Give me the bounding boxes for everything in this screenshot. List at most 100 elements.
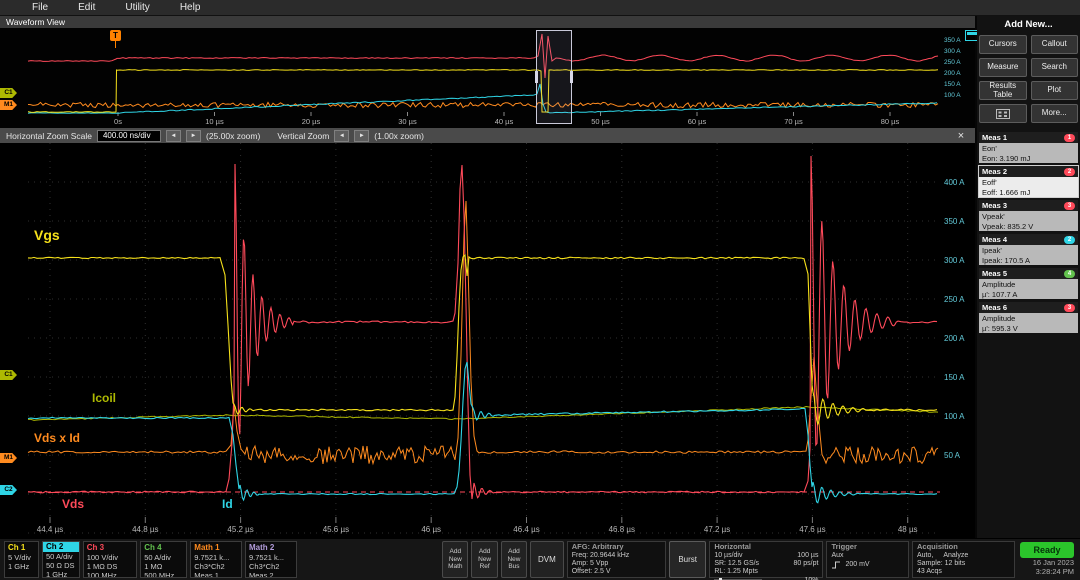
meas-type: Amplitude — [982, 280, 1075, 290]
overview-scale-label: 350 A — [944, 37, 961, 44]
amp-scale-label: 300 A — [944, 256, 965, 265]
vertical-zoom-decrease-button[interactable]: ◄ — [334, 130, 349, 142]
more-button[interactable]: More... — [1031, 104, 1079, 123]
math2-badge[interactable]: Math 2 9.7521 k... Ch3*Ch2 Meas 2 — [245, 541, 297, 578]
overview-time-label: 60 µs — [688, 117, 707, 126]
meas-value: µ': 595.3 V — [982, 324, 1075, 334]
menu-utility[interactable]: Utility — [125, 2, 149, 13]
dvm-button[interactable]: DVM — [530, 541, 564, 578]
meas-badge-4[interactable]: Meas 42 Ipeak'Ipeak: 170.5 A — [979, 234, 1078, 265]
add-new-bus-button[interactable]: Add New Bus — [501, 541, 527, 578]
meas-badge-2[interactable]: Meas 22 Eoff'Eoff: 1.666 mJ — [979, 166, 1078, 197]
channel-badge-ch1[interactable]: Ch 1 5 V/div 1 GHz — [4, 541, 39, 578]
acquisition-panel[interactable]: Acquisition Auto, Analyze Sample: 12 bit… — [912, 541, 1015, 578]
zoomed-waveform-plot[interactable]: 44.4 µs 44.8 µs 45.2 µs 45.6 µs 46 µs 46… — [0, 143, 975, 538]
horizontal-zoom-scale-value[interactable]: 400.00 ns/div — [97, 130, 161, 142]
oscilloscope-app: File Edit Utility Help Waveform View 0s … — [0, 0, 1080, 580]
add-new-math-button[interactable]: Add New Math — [442, 541, 468, 578]
meas-badge-3[interactable]: Meas 33 Vpeak'Vpeak: 835.2 V — [979, 200, 1078, 231]
ch1-scale: 5 V/div — [8, 553, 35, 562]
meas-value: Ipeak: 170.5 A — [982, 256, 1075, 266]
zoom-window-box[interactable] — [536, 30, 572, 124]
menu-bar: File Edit Utility Help — [0, 0, 1080, 16]
channel-badge-ch4[interactable]: Ch 4 50 A/div 1 MΩ 500 MHz — [140, 541, 187, 578]
horizontal-position-value: 10% — [804, 577, 818, 580]
system-date: 16 Jan 2023 — [1033, 559, 1074, 568]
menu-edit[interactable]: Edit — [78, 2, 95, 13]
record-length: RL: 1.25 Mpts — [714, 568, 758, 576]
meas-badge-1[interactable]: Meas 11 Eon'Eon: 3.190 mJ — [979, 132, 1078, 163]
results-bar: Add New... Cursors Callout Measure Searc… — [977, 16, 1080, 538]
overview-id-trace — [28, 84, 937, 113]
overview-time-label: 0s — [114, 117, 122, 126]
horizontal-panel[interactable]: Horizontal 10 µs/div100 µs SR: 12.5 GS/s… — [709, 541, 823, 578]
amp-scale-label: 50 A — [944, 451, 961, 460]
afg-offset: Offset: 2.5 V — [572, 568, 661, 576]
vds-trace-label: Vds — [62, 497, 84, 511]
zoom-increase-button[interactable]: ► — [186, 130, 201, 142]
ch2-termination: 50 Ω DS — [46, 561, 76, 570]
overview-power-trace — [28, 102, 938, 107]
time-axis-label: 44.8 µs — [132, 525, 158, 534]
horizontal-title: Horizontal — [714, 543, 818, 552]
time-axis-label: 46.4 µs — [513, 525, 539, 534]
ch3-bandwidth: 100 MHz — [87, 571, 134, 578]
channel-badge-ch2[interactable]: Ch 2 50 A/div 50 Ω DS 1 GHz — [42, 541, 80, 578]
close-zoom-icon[interactable]: × — [953, 130, 969, 142]
trigger-panel[interactable]: Trigger Aux 200 mV — [826, 541, 909, 578]
channel-badge-ch3[interactable]: Ch 3 100 V/div 1 MΩ DS 100 MHz — [83, 541, 138, 578]
callout-button[interactable]: Callout — [1031, 35, 1079, 54]
measure-button[interactable]: Measure — [979, 58, 1027, 77]
trigger-position-marker[interactable]: T — [110, 30, 121, 41]
afg-amplitude: Amp: 5 Vpp — [572, 560, 661, 568]
meas-type: Vpeak' — [982, 212, 1075, 222]
vgs-trace — [28, 255, 937, 424]
rising-edge-icon — [831, 560, 841, 570]
meas-type: Eoff' — [982, 178, 1075, 188]
ch2-bandwidth: 1 GHz — [46, 570, 76, 578]
waveform-view-title: Waveform View — [6, 17, 65, 27]
plot-button[interactable]: Plot — [1031, 81, 1079, 100]
overview-svg: 0s 10 µs 20 µs 30 µs 40 µs 50 µs 60 µs 7… — [0, 28, 975, 128]
ch1-label: Ch 1 — [8, 543, 35, 553]
math1-badge[interactable]: Math 1 9.7521 k... Ch3*Ch2 Meas 1 — [190, 541, 242, 578]
meas-source-pill: 1 — [1064, 134, 1075, 142]
meas-badge-6[interactable]: Meas 63 Amplitudeµ': 595.3 V — [979, 302, 1078, 333]
ready-status-button[interactable]: Ready — [1020, 542, 1074, 558]
acquisition-analyze: Analyze — [943, 552, 968, 560]
meas-type: Ipeak' — [982, 246, 1075, 256]
afg-panel[interactable]: AFG: Arbitrary Freq: 20.9644 kHz Amp: 5 … — [567, 541, 666, 578]
menu-file[interactable]: File — [32, 2, 48, 13]
time-axis-ticks — [50, 517, 908, 523]
cursors-button[interactable]: Cursors — [979, 35, 1027, 54]
overview-vds-trace — [28, 34, 938, 78]
zoom-decrease-button[interactable]: ◄ — [166, 130, 181, 142]
add-new-ref-button[interactable]: Add New Ref — [471, 541, 497, 578]
overview-time-label: 70 µs — [784, 117, 803, 126]
results-table-button[interactable]: Results Table — [979, 81, 1027, 100]
icoil-trace-label: Icoil — [92, 391, 116, 405]
add-new-title: Add New... — [979, 19, 1078, 30]
math1-label: Math 1 — [194, 543, 238, 553]
overview-plot[interactable]: 0s 10 µs 20 µs 30 µs 40 µs 50 µs 60 µs 7… — [0, 28, 975, 128]
vertical-zoom-increase-button[interactable]: ► — [354, 130, 369, 142]
menu-help[interactable]: Help — [180, 2, 201, 13]
meas-badge-5[interactable]: Meas 54 Amplitudeµ': 107.7 A — [979, 268, 1078, 299]
time-axis-label: 45.6 µs — [323, 525, 349, 534]
meas-source-pill: 2 — [1064, 168, 1075, 176]
math2-expression: Ch3*Ch2 — [249, 562, 293, 571]
id-trace-label: Id — [222, 497, 233, 511]
sample-rate: SR: 12.5 GS/s — [714, 560, 759, 568]
burst-button[interactable]: Burst — [669, 541, 706, 578]
waveform-workspace: Waveform View 0s 10 µs 20 µs 30 µs 40 µs… — [0, 16, 975, 538]
meas-source-pill: 2 — [1064, 236, 1075, 244]
search-button[interactable]: Search — [1031, 58, 1079, 77]
ch1-bandwidth: 1 GHz — [8, 562, 35, 571]
horizontal-window: 100 µs — [797, 552, 818, 560]
time-axis-label: 47.2 µs — [704, 525, 730, 534]
mask-test-button[interactable] — [979, 104, 1027, 123]
ch4-scale: 50 A/div — [144, 553, 183, 562]
grid-icon — [996, 109, 1010, 119]
overview-time-label: 80 µs — [881, 117, 900, 126]
meas-source-pill: 4 — [1064, 270, 1075, 278]
